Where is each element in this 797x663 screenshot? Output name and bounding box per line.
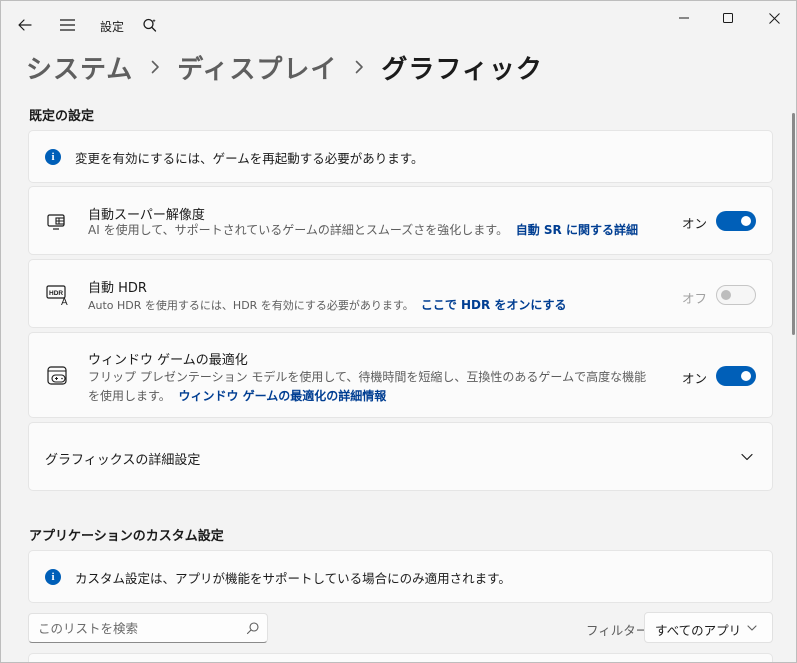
auto-hdr-title: 自動 HDR [88, 281, 147, 296]
restart-info-bar: i 変更を有効にするには、ゲームを再起動する必要があります。 [28, 130, 773, 183]
chevron-down-icon [739, 449, 755, 465]
breadcrumb-item-system[interactable]: システム [26, 49, 133, 86]
auto-sr-setting: 自動スーパー解像度 AI を使用して、サポートされているゲームの詳細とスムーズさ… [28, 186, 773, 255]
chevron-right-icon [355, 60, 364, 74]
search-icon [143, 18, 157, 32]
navigation-menu-button[interactable] [53, 11, 81, 39]
defaults-section-heading: 既定の設定 [29, 109, 95, 124]
windowed-game-optimization-setting: ウィンドウ ゲームの最適化 フリップ プレゼンテーション モデルを使用して、待機… [28, 332, 773, 418]
auto-sr-description: AI を使用して、サポートされているゲームの詳細とスムーズさを強化します。 自動… [88, 221, 668, 240]
windowed-game-description: フリップ プレゼンテーション モデルを使用して、待機時間を短縮し、互換性のあるゲ… [88, 368, 658, 406]
windowed-game-toggle-label: オン [682, 371, 708, 386]
enable-hdr-link[interactable]: ここで HDR をオンにする [421, 298, 567, 312]
auto-hdr-description: Auto HDR を使用するには、HDR を有効にする必要があります。 ここで … [88, 296, 668, 315]
auto-hdr-toggle[interactable] [716, 285, 756, 305]
filter-selected-value: すべてのアプリ [655, 623, 742, 638]
auto-sr-learn-more-link[interactable]: 自動 SR に関する詳細 [516, 223, 638, 237]
app-list-search[interactable] [28, 613, 268, 643]
settings-window: 設定 システム ディスプレイ グラフィック 既定の設定 i 変更を有効にするには… [0, 0, 797, 663]
breadcrumb-item-display[interactable]: ディスプレイ [177, 49, 337, 86]
minimize-button[interactable] [661, 1, 707, 35]
advanced-graphics-title: グラフィックスの詳細設定 [45, 453, 201, 468]
info-icon: i [45, 149, 61, 165]
maximize-icon [723, 13, 733, 23]
filter-dropdown[interactable]: すべてのアプリ [644, 612, 773, 643]
windowed-game-toggle[interactable] [716, 366, 756, 386]
filter-label: フィルター: [586, 623, 653, 638]
page-title: グラフィック [381, 54, 543, 85]
app-list-item[interactable] [28, 653, 773, 662]
title-bar: 設定 [1, 1, 796, 45]
svg-text:A: A [61, 297, 68, 306]
search-icon [246, 622, 259, 635]
restart-info-text: 変更を有効にするには、ゲームを再起動する必要があります。 [75, 151, 424, 166]
svg-text:HDR: HDR [49, 290, 63, 297]
close-icon [768, 12, 780, 24]
game-window-icon [46, 364, 70, 388]
chevron-right-icon [151, 60, 160, 74]
auto-sr-toggle-label: オン [682, 216, 708, 231]
scrollbar-thumb[interactable] [792, 113, 795, 335]
maximize-button[interactable] [705, 1, 751, 35]
hdr-icon: HDR A [46, 283, 70, 307]
back-button[interactable] [11, 11, 39, 39]
apps-section-heading: アプリケーションのカスタム設定 [29, 529, 224, 544]
search-button[interactable] [139, 13, 161, 37]
hamburger-menu-icon [59, 19, 75, 31]
super-resolution-icon [46, 210, 70, 234]
windowed-game-title: ウィンドウ ゲームの最適化 [88, 353, 248, 368]
custom-settings-info-bar: i カスタム設定は、アプリが機能をサポートしている場合にのみ適用されます。 [28, 550, 773, 603]
app-title: 設定 [100, 20, 125, 34]
info-icon: i [45, 569, 61, 585]
advanced-graphics-expander[interactable]: グラフィックスの詳細設定 [28, 422, 773, 491]
custom-settings-info-text: カスタム設定は、アプリが機能をサポートしている場合にのみ適用されます。 [75, 571, 511, 586]
auto-hdr-description-text: Auto HDR を使用するには、HDR を有効にする必要があります。 [88, 299, 414, 312]
auto-sr-description-text: AI を使用して、サポートされているゲームの詳細とスムーズさを強化します。 [88, 223, 509, 237]
close-button[interactable] [751, 1, 796, 35]
auto-hdr-setting: HDR A 自動 HDR Auto HDR を使用するには、HDR を有効にする必… [28, 259, 773, 328]
app-list-search-input[interactable] [38, 619, 238, 637]
breadcrumb: システム ディスプレイ グラフィック [26, 47, 543, 87]
windowed-game-learn-more-link[interactable]: ウィンドウ ゲームの最適化の詳細情報 [178, 389, 386, 403]
auto-hdr-toggle-label: オフ [682, 291, 708, 306]
auto-sr-toggle[interactable] [716, 211, 756, 231]
chevron-down-icon [747, 625, 757, 631]
minimize-icon [679, 17, 689, 19]
back-arrow-icon [18, 19, 32, 31]
